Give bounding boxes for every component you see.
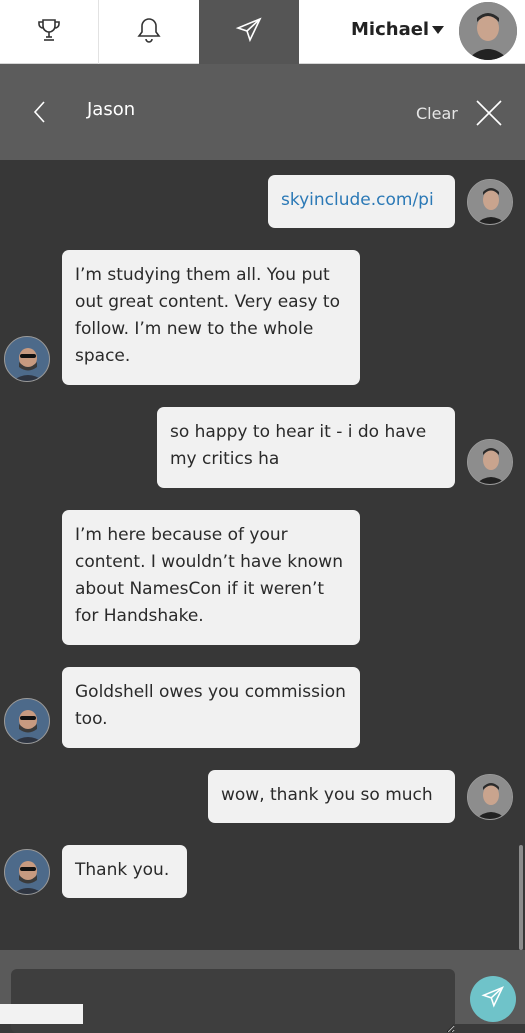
avatar xyxy=(467,179,513,225)
message-list[interactable]: skyinclude.com/pi I’m studying them all.… xyxy=(0,160,525,950)
close-icon[interactable] xyxy=(474,98,504,132)
trophy-icon xyxy=(36,17,62,47)
avatar xyxy=(467,774,513,820)
message-bubble[interactable]: wow, thank you so much xyxy=(208,770,455,823)
avatar[interactable] xyxy=(459,2,517,60)
message-bubble[interactable]: Goldshell owes you commission too. xyxy=(62,667,360,748)
bell-icon xyxy=(135,16,163,48)
overlay-patch xyxy=(0,1004,83,1024)
chevron-down-icon xyxy=(432,26,444,34)
top-nav: Michael xyxy=(0,0,525,64)
message-bubble[interactable]: so happy to hear it - i do have my criti… xyxy=(157,407,455,488)
user-name: Michael xyxy=(351,19,430,40)
back-icon[interactable] xyxy=(30,99,50,129)
nav-trophy[interactable] xyxy=(0,0,99,64)
nav-notifications[interactable] xyxy=(98,0,200,64)
nav-messages[interactable] xyxy=(199,0,299,64)
send-button[interactable] xyxy=(470,976,516,1022)
user-menu[interactable]: Michael xyxy=(299,0,525,64)
avatar xyxy=(4,698,50,744)
avatar xyxy=(4,336,50,382)
scrollbar[interactable] xyxy=(519,845,523,950)
clear-button[interactable]: Clear xyxy=(416,104,458,123)
avatar xyxy=(467,439,513,485)
chat-title: Jason xyxy=(87,99,136,120)
chat-header: Jason Clear xyxy=(0,64,525,160)
message-bubble[interactable]: Thank you. xyxy=(62,845,187,898)
paper-plane-icon xyxy=(235,16,263,48)
message-bubble[interactable]: I’m studying them all. You put out great… xyxy=(62,250,360,385)
message-bubble[interactable]: skyinclude.com/pi xyxy=(268,175,455,228)
paper-plane-icon xyxy=(481,985,505,1013)
message-bubble[interactable]: I’m here because of your content. I woul… xyxy=(62,510,360,645)
avatar xyxy=(4,849,50,895)
